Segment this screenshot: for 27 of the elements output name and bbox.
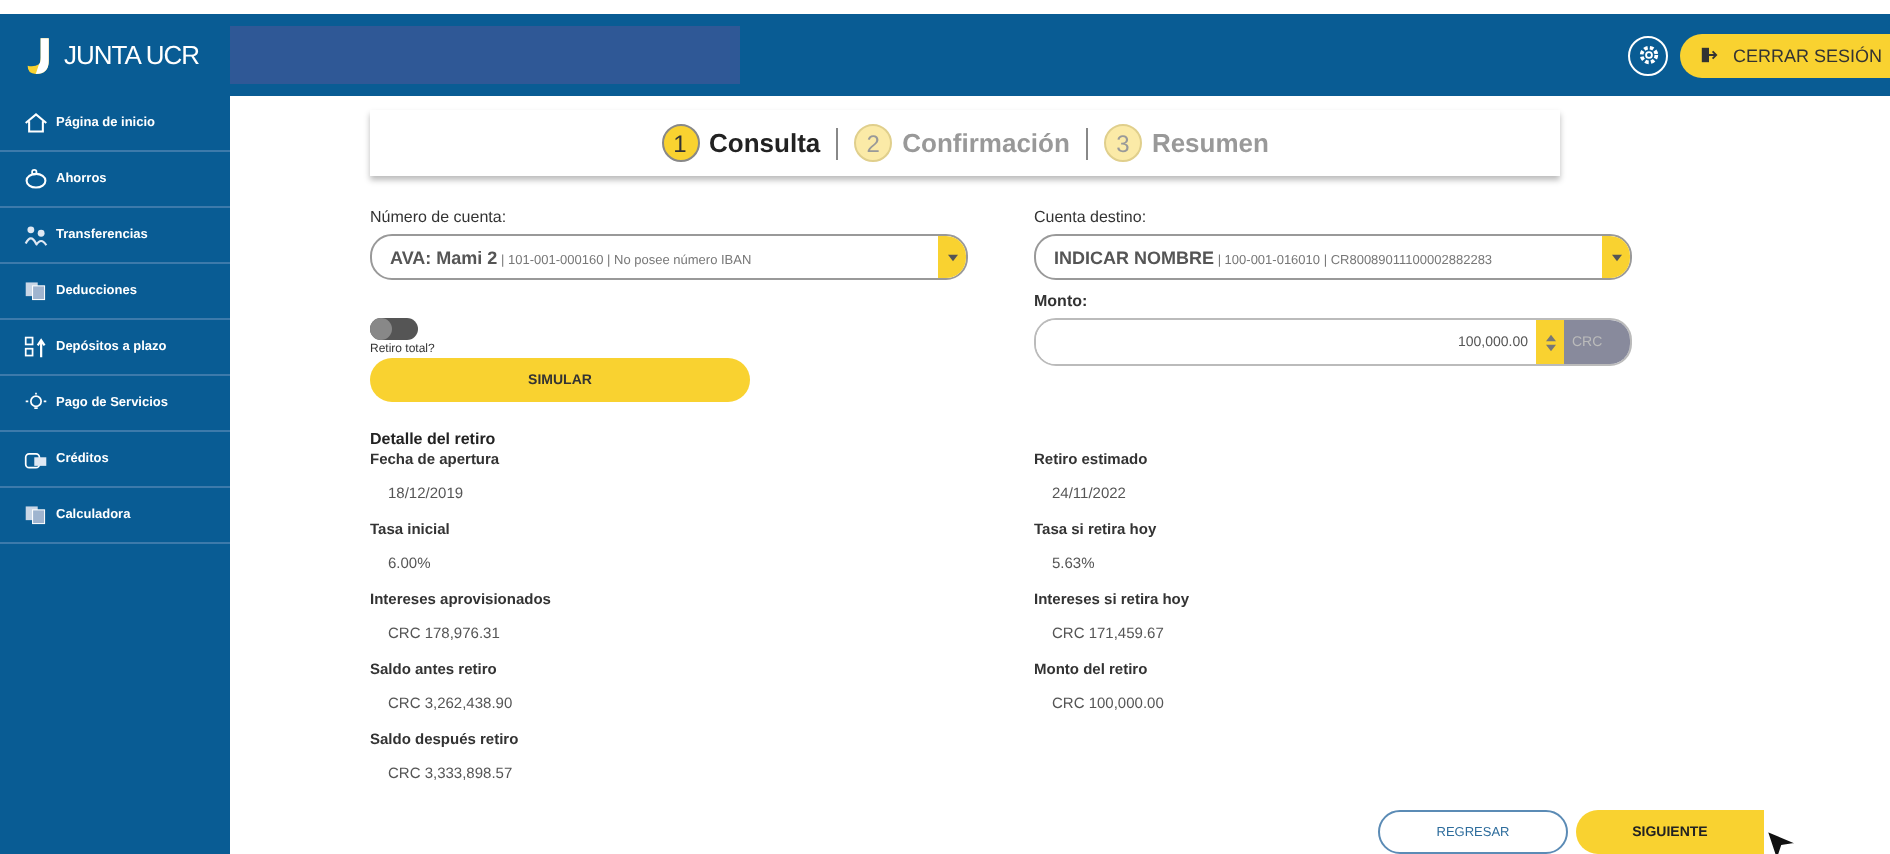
step-tab[interactable]: 1 Consulta [661,124,821,162]
logout-button[interactable]: CERRAR SESIÓN [1680,33,1890,77]
people-icon [24,224,48,246]
wallet-icon [24,448,48,470]
field-label: Número de cuenta: [370,208,509,226]
step-number: 1 [661,124,700,162]
boxes-arrow-icon [24,336,48,358]
caret-icon [1611,253,1621,261]
toggle-switch[interactable] [370,318,418,340]
step-number: 2 [854,124,893,162]
settings-button[interactable] [1628,35,1669,75]
caret-icon [947,253,957,261]
step-number: 3 [1103,124,1142,162]
section-title: Detalle del retiro [370,430,498,448]
spinner-button[interactable] [1536,320,1564,364]
settings-icon [1637,44,1660,66]
piggy-bank-icon [24,168,48,190]
documents-icon [24,280,48,302]
spinner-icon [1545,333,1555,351]
home-icon [24,112,48,134]
brand-name: JUNTA UCR [64,40,199,70]
door-icon [1700,46,1719,64]
lightbulb-icon [24,392,48,414]
field-label: Cuenta destino: [1034,208,1149,226]
logo-icon [26,35,52,75]
documents-icon [24,504,48,526]
field-label: Monto: [1034,292,1090,310]
